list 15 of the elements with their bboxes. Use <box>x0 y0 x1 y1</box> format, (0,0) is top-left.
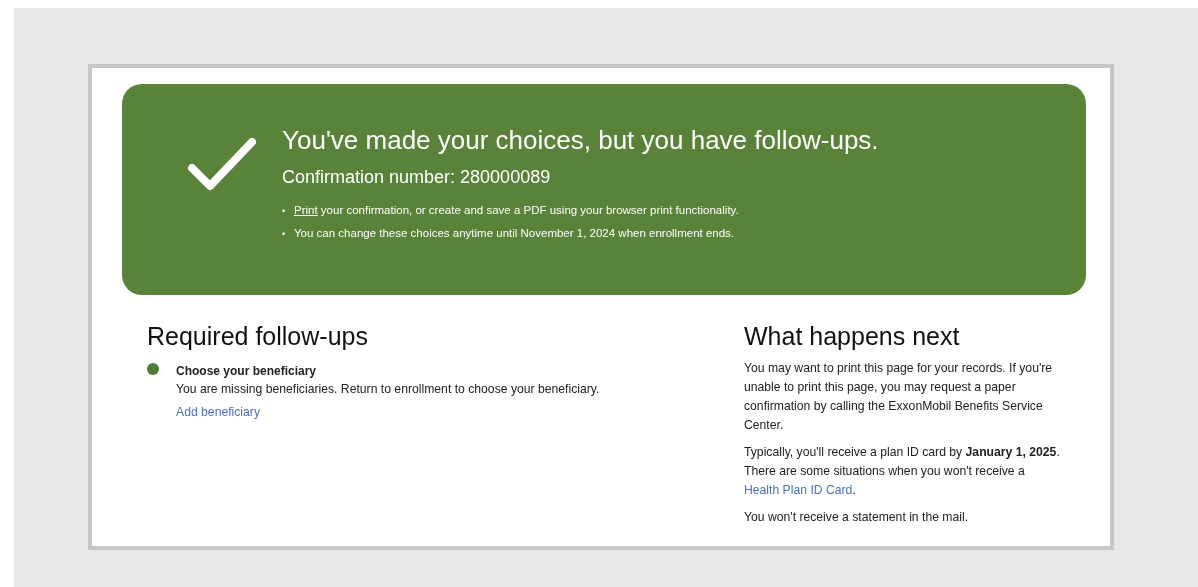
add-beneficiary-link[interactable]: Add beneficiary <box>176 405 260 419</box>
section-heading: Required follow-ups <box>147 321 369 351</box>
section-heading: What happens next <box>744 321 961 351</box>
bullet-text: You can change these choices anytime until November 1, 2024 when enrollment ends. <box>294 226 735 241</box>
confirmation-number: Confirmation number: 280000089 <box>282 166 552 189</box>
followup-description: You are missing beneficiaries. Return to enrollment to choose your beneficiary. <box>176 381 600 398</box>
info-paragraph: You won't receive a statement in the mail. <box>744 509 970 526</box>
print-link[interactable]: Print <box>294 204 318 216</box>
banner-title: You've made your choices, but you have follow-ups. <box>282 124 879 156</box>
bullet-marker: • <box>282 228 287 241</box>
followup-title: Choose your beneficiary <box>176 363 318 380</box>
info-paragraph: You may want to print this page for your records. If you're unable to print this page, you may request a paper confirmation by calling the ExxonMobil Benefits Service Center. <box>744 360 1054 434</box>
bullet-text: Print your confirmation, or create and save a PDF using your browser print functionality. <box>294 203 739 218</box>
info-paragraph: Typically, you'll receive a plan ID card by January 1, 2025. There are some situations when you won't receive a Health Plan ID Card. <box>744 444 1061 499</box>
bullet-marker: • <box>282 205 287 218</box>
